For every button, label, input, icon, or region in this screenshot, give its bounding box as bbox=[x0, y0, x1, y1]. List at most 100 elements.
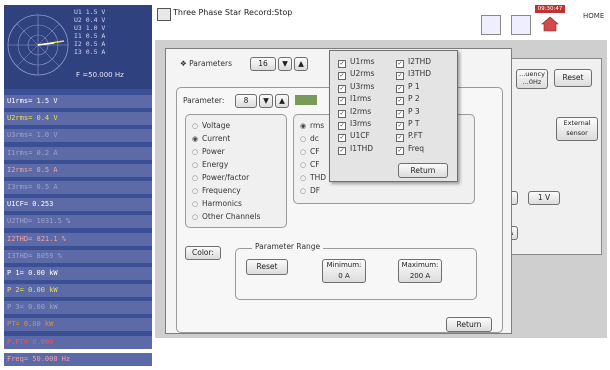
category-option[interactable]: Frequency bbox=[192, 186, 241, 195]
popup-checkbox[interactable]: ✓ I3THD bbox=[396, 69, 431, 81]
popup-checkbox[interactable]: ✓ P 1 bbox=[396, 82, 420, 93]
parameter-label: Parameter: bbox=[183, 96, 225, 105]
voltage-range-selector[interactable]: 1 V bbox=[528, 191, 560, 205]
parameter-index-field[interactable]: 8 bbox=[235, 94, 257, 108]
checkbox-label: U3rms bbox=[350, 81, 375, 91]
popup-return-button[interactable]: Return bbox=[398, 163, 448, 178]
checkbox-icon[interactable]: ✓ bbox=[338, 60, 346, 68]
popup-checkbox[interactable]: ✓ P 3 bbox=[396, 107, 420, 118]
checkbox-icon[interactable]: ✓ bbox=[396, 97, 404, 106]
sub-option[interactable]: THD bbox=[300, 173, 326, 182]
parameters-decrement-icon[interactable]: ▼ bbox=[278, 57, 292, 71]
parameters-count-field[interactable]: 16 bbox=[250, 57, 276, 71]
popup-checkbox[interactable]: ✓ P 2 bbox=[396, 94, 420, 106]
measurement-row[interactable]: PT= 0.00 kW bbox=[4, 318, 152, 332]
frequency-readout: F =50.000 Hz bbox=[76, 71, 124, 79]
measurement-list: U1rms= 1.5 V U2rms= 0.4 V U3rms= 1.0 V I1rm… bbox=[4, 95, 152, 370]
home-label: HOME bbox=[583, 12, 605, 20]
category-option[interactable]: Power/factor bbox=[192, 173, 249, 182]
measurement-row[interactable]: I1rms= 0.2 A bbox=[4, 146, 152, 160]
measurement-row[interactable]: U2rms= 0.4 V bbox=[4, 112, 152, 126]
checkbox-icon[interactable]: ✓ bbox=[396, 146, 404, 155]
checkbox-icon[interactable]: ✓ bbox=[396, 109, 404, 118]
sub-option[interactable]: dc bbox=[300, 134, 319, 143]
measurement-row[interactable]: U2THD= 1031.5 % bbox=[4, 215, 152, 229]
popup-checkbox[interactable]: ✓ I2THD bbox=[396, 57, 431, 68]
parameter-increment-icon[interactable]: ▲ bbox=[275, 94, 289, 108]
checkbox-icon[interactable]: ✓ bbox=[338, 109, 346, 118]
measurement-row[interactable]: P 2= 0.00 kW bbox=[4, 284, 152, 298]
minimum-button[interactable]: Minimum: 0 A bbox=[322, 259, 366, 283]
category-option[interactable]: Current bbox=[192, 134, 230, 143]
checkbox-icon[interactable]: ✓ bbox=[396, 84, 404, 93]
popup-checkbox[interactable]: ✓ U1CF bbox=[338, 131, 370, 143]
checkbox-icon[interactable]: ✓ bbox=[396, 122, 404, 130]
measurement-row[interactable]: U3rms= 1.0 V bbox=[4, 129, 152, 143]
parameters-label: ❖ Parameters bbox=[180, 59, 233, 68]
phasor-reading: I1 0.5 A bbox=[74, 32, 106, 40]
measurement-row[interactable]: I3rms= 0.5 A bbox=[4, 180, 152, 194]
frequency-button[interactable]: ...uency ...0Hz bbox=[516, 69, 548, 89]
screen-icon[interactable] bbox=[511, 15, 531, 35]
category-option[interactable]: Harmonics bbox=[192, 199, 242, 208]
popup-checkbox[interactable]: ✓ U3rms bbox=[338, 82, 374, 93]
measurement-row[interactable]: Freq= 50.000 Hz bbox=[4, 352, 152, 366]
checkbox-label: P T bbox=[408, 119, 420, 128]
category-option[interactable]: Energy bbox=[192, 160, 228, 169]
return-button[interactable]: Return bbox=[446, 317, 492, 332]
reset-button-top[interactable]: Reset bbox=[554, 69, 592, 87]
measurement-row[interactable]: I3THD= 8059 % bbox=[4, 249, 152, 263]
record-icon[interactable] bbox=[157, 8, 171, 21]
checkbox-icon[interactable]: ✓ bbox=[396, 72, 404, 81]
sub-option[interactable]: CF bbox=[300, 147, 320, 156]
phasor-reading: U3 1.0 V bbox=[74, 24, 106, 32]
popup-checkbox[interactable]: ✓ Freq bbox=[396, 144, 424, 155]
checkbox-icon[interactable]: ✓ bbox=[396, 60, 404, 68]
popup-checkbox[interactable]: ✓ I1THD bbox=[338, 144, 373, 155]
checkbox-label: I1rms bbox=[350, 94, 372, 104]
parameter-decrement-icon[interactable]: ▼ bbox=[259, 94, 273, 108]
popup-checkbox[interactable]: ✓ P T bbox=[396, 119, 420, 130]
checkbox-icon[interactable]: ✓ bbox=[338, 97, 346, 106]
reset-button[interactable]: Reset bbox=[246, 259, 288, 275]
maximum-button[interactable]: Maximum: 200 A bbox=[398, 259, 442, 283]
checkbox-icon[interactable]: ✓ bbox=[338, 134, 346, 143]
sub-option[interactable]: DF bbox=[300, 186, 320, 195]
popup-checkbox[interactable]: ✓ I2rms bbox=[338, 107, 371, 118]
save-icon[interactable] bbox=[481, 15, 501, 35]
checkbox-label: P 3 bbox=[408, 106, 420, 116]
external-sensor-button[interactable]: External sensor bbox=[556, 117, 598, 141]
checkbox-label: U1rms bbox=[350, 57, 375, 66]
measurement-row[interactable]: P 3= 0.00 kW bbox=[4, 301, 152, 315]
measurement-row[interactable]: I2THD= 821.1 % bbox=[4, 232, 152, 246]
sub-option[interactable]: rms bbox=[300, 121, 324, 130]
parameters-increment-icon[interactable]: ▲ bbox=[294, 57, 308, 71]
measurement-row[interactable]: P 1= 0.00 kW bbox=[4, 266, 152, 280]
checkbox-icon[interactable]: ✓ bbox=[396, 134, 404, 143]
popup-checkbox[interactable]: ✓ I1rms bbox=[338, 94, 372, 106]
category-option[interactable]: Other Channels bbox=[192, 212, 260, 221]
home-icon[interactable] bbox=[541, 15, 559, 33]
checkbox-icon[interactable]: ✓ bbox=[338, 122, 346, 130]
measurement-row[interactable]: U1rms= 1.5 V bbox=[4, 95, 152, 108]
measurement-row[interactable]: I2rms= 0.5 A bbox=[4, 163, 152, 177]
checkbox-label: P 2 bbox=[408, 94, 420, 104]
measurement-row[interactable]: U1CF= 0.253 bbox=[4, 198, 152, 212]
sub-option[interactable]: CF bbox=[300, 160, 320, 169]
color-button[interactable]: Color: bbox=[185, 246, 221, 260]
category-option[interactable]: Voltage bbox=[192, 121, 230, 130]
checkbox-label: Freq bbox=[408, 143, 425, 153]
measurement-row[interactable]: P.FT= 0.000 bbox=[4, 335, 152, 349]
parameter-range-title: Parameter Range bbox=[252, 242, 324, 251]
checkbox-icon[interactable]: ✓ bbox=[338, 72, 346, 81]
popup-checkbox[interactable]: ✓ P.FT bbox=[396, 131, 423, 143]
top-bar: Three Phase Star Record:Stop 09:30:47 HO… bbox=[155, 5, 607, 35]
checkbox-icon[interactable]: ✓ bbox=[338, 84, 346, 93]
popup-checkbox[interactable]: ✓ U2rms bbox=[338, 69, 374, 81]
category-option[interactable]: Power bbox=[192, 147, 225, 156]
phasor-reading: U2 0.4 V bbox=[74, 16, 106, 24]
app-screen: U1 1.5 V U2 0.4 V U3 1.0 V I1 0.5 A I2 0.5 A… bbox=[0, 0, 610, 366]
popup-checkbox[interactable]: ✓ I3rms bbox=[338, 119, 371, 130]
popup-checkbox[interactable]: ✓ U1rms bbox=[338, 57, 374, 68]
checkbox-icon[interactable]: ✓ bbox=[338, 146, 346, 155]
